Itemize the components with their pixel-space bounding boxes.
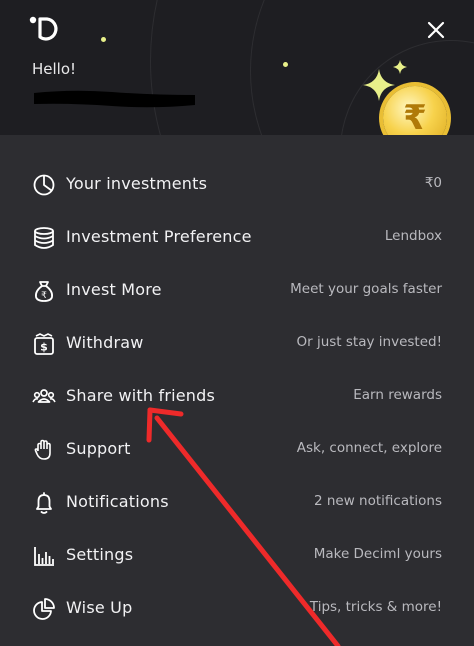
deciml-logo-icon [29,16,58,41]
menu-item-subtext: Tips, tricks & more! [309,599,442,615]
menu-item-subtext: Make Deciml yours [313,546,442,562]
menu-screen: Hello! ₹ Your investments ₹0 Investment … [0,0,474,646]
menu-item-label: Invest More [66,280,162,299]
hand-icon [34,439,51,460]
menu-item-subtext: ₹0 [424,175,442,191]
menu-item-withdraw[interactable]: $ Withdraw Or just stay invested! [0,319,474,371]
bar-chart-icon [34,547,54,566]
menu-item-label: Support [66,439,131,458]
svg-text:$: $ [40,341,48,354]
group-people-icon [32,389,56,403]
money-bag-icon: ₹ [34,281,54,302]
menu-item-subtext: 2 new notifications [313,493,442,509]
menu-item-label: Notifications [66,492,169,511]
menu-item-invest-more[interactable]: ₹ Invest More Meet your goals faster [0,266,474,318]
greeting-text: Hello! [32,60,77,78]
menu-item-label: Your investments [66,174,208,193]
menu-item-settings[interactable]: Settings Make Deciml yours [0,531,474,583]
menu-item-share-with-friends[interactable]: Share with friends Earn rewards [0,372,474,424]
decorative-dot [101,37,106,42]
menu-item-notifications[interactable]: Notifications 2 new notifications [0,478,474,530]
menu-item-label: Investment Preference [66,227,252,246]
menu-item-subtext: Earn rewards [353,387,442,403]
cash-withdraw-icon: $ [34,333,54,355]
menu-item-subtext: Lendbox [384,228,442,244]
menu-item-label: Wise Up [66,598,133,617]
menu-item-investment-preference[interactable]: Investment Preference Lendbox [0,213,474,265]
sparkle-small-icon [393,60,407,74]
pie-slice-icon [33,598,55,620]
svg-text:₹: ₹ [41,291,47,301]
header: Hello! ₹ [0,0,474,135]
coin-symbol: ₹ [403,98,427,135]
menu-item-your-investments[interactable]: Your investments ₹0 [0,160,474,212]
menu-list: Your investments ₹0 Investment Preferenc… [0,135,474,646]
pie-chart-icon [33,174,55,196]
menu-item-label: Settings [66,545,134,564]
database-stack-icon [34,227,54,249]
menu-item-subtext: Or just stay invested! [296,334,443,350]
redacted-username [34,90,195,108]
menu-item-subtext: Ask, connect, explore [296,440,442,456]
menu-item-subtext: Meet your goals faster [290,281,442,297]
close-icon[interactable] [422,16,450,44]
decorative-dot [283,62,288,67]
bell-icon [36,492,52,514]
menu-item-label: Withdraw [66,333,144,352]
menu-item-label: Share with friends [66,386,216,405]
menu-item-wise-up[interactable]: Wise Up Tips, tricks & more! [0,584,474,636]
menu-item-support[interactable]: Support Ask, connect, explore [0,425,474,477]
